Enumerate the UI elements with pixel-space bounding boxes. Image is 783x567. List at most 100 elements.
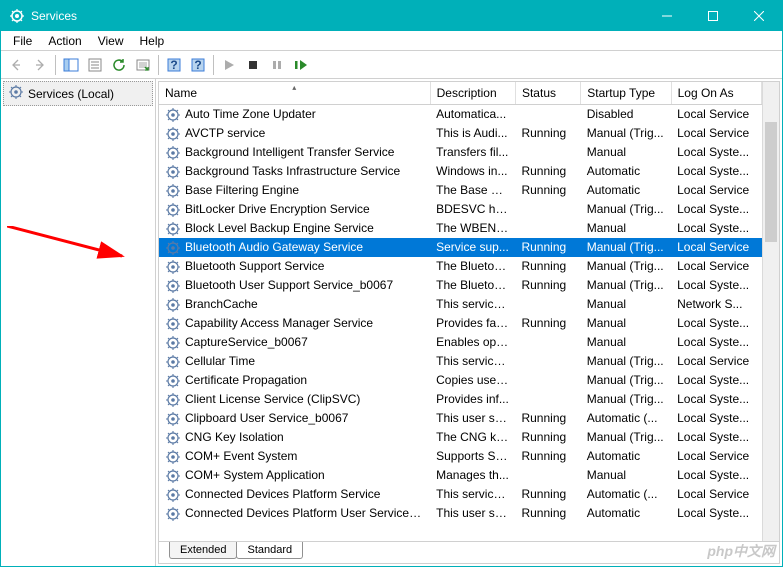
service-row[interactable]: Bluetooth Audio Gateway ServiceService s…: [159, 238, 762, 257]
service-startup: Manual: [581, 314, 671, 333]
forward-button[interactable]: [29, 54, 51, 76]
start-service-button[interactable]: [218, 54, 240, 76]
titlebar[interactable]: Services: [1, 1, 782, 31]
toolbar-separator: [213, 55, 214, 75]
watermark: php中文网: [707, 541, 775, 561]
service-row[interactable]: Capability Access Manager ServiceProvide…: [159, 314, 762, 333]
service-row[interactable]: Background Intelligent Transfer ServiceT…: [159, 143, 762, 162]
service-row[interactable]: Block Level Backup Engine ServiceThe WBE…: [159, 219, 762, 238]
service-description: Enables opti...: [430, 333, 515, 352]
toolbar-separator: [55, 55, 56, 75]
gear-icon: [165, 126, 181, 142]
service-logon: Local Syste...: [671, 504, 761, 523]
list-pane: ▴Name Description Status Startup Type Lo…: [158, 81, 780, 564]
service-row[interactable]: COM+ Event SystemSupports Sy...RunningAu…: [159, 447, 762, 466]
service-name: Connected Devices Platform Service: [185, 487, 380, 501]
restart-service-button[interactable]: [290, 54, 312, 76]
service-startup: Manual: [581, 466, 671, 485]
service-row[interactable]: Auto Time Zone UpdaterAutomatica...Disab…: [159, 105, 762, 125]
pause-service-button[interactable]: [266, 54, 288, 76]
service-startup: Manual: [581, 143, 671, 162]
service-row[interactable]: Certificate PropagationCopies user ...Ma…: [159, 371, 762, 390]
maximize-button[interactable]: [690, 1, 736, 31]
service-startup: Automatic (...: [581, 409, 671, 428]
help-button-2[interactable]: ?: [187, 54, 209, 76]
tab-standard[interactable]: Standard: [236, 542, 303, 559]
column-header-startup[interactable]: Startup Type: [581, 82, 671, 105]
service-startup: Manual (Trig...: [581, 238, 671, 257]
tab-extended[interactable]: Extended: [169, 542, 237, 559]
scrollbar-thumb[interactable]: [765, 122, 777, 242]
service-row[interactable]: Clipboard User Service_b0067This user se…: [159, 409, 762, 428]
close-button[interactable]: [736, 1, 782, 31]
service-name: Base Filtering Engine: [185, 183, 299, 197]
vertical-scrollbar[interactable]: [762, 82, 779, 541]
service-row[interactable]: Cellular TimeThis service ...Manual (Tri…: [159, 352, 762, 371]
column-header-name[interactable]: ▴Name: [159, 82, 430, 105]
service-row[interactable]: BitLocker Drive Encryption ServiceBDESVC…: [159, 200, 762, 219]
gear-icon: [165, 373, 181, 389]
service-row[interactable]: COM+ System ApplicationManages th...Manu…: [159, 466, 762, 485]
service-startup: Manual (Trig...: [581, 124, 671, 143]
service-startup: Automatic: [581, 162, 671, 181]
column-header-status[interactable]: Status: [515, 82, 580, 105]
gear-icon: [165, 487, 181, 503]
service-name: Connected Devices Platform User Service_…: [185, 506, 430, 520]
gear-icon: [165, 449, 181, 465]
service-row[interactable]: CaptureService_b0067Enables opti...Manua…: [159, 333, 762, 352]
service-status: [515, 143, 580, 162]
gear-icon: [165, 335, 181, 351]
refresh-button[interactable]: [108, 54, 130, 76]
service-status: Running: [515, 409, 580, 428]
service-row[interactable]: Bluetooth Support ServiceThe Bluetoo...R…: [159, 257, 762, 276]
menu-help[interactable]: Help: [132, 32, 173, 50]
service-logon: Local Syste...: [671, 276, 761, 295]
service-row[interactable]: Connected Devices Platform User Service_…: [159, 504, 762, 523]
services-app-icon: [9, 8, 25, 24]
service-row[interactable]: Bluetooth User Support Service_b0067The …: [159, 276, 762, 295]
help-button[interactable]: ?: [163, 54, 185, 76]
column-header-logon[interactable]: Log On As: [671, 82, 761, 105]
service-logon: Local Syste...: [671, 371, 761, 390]
gear-icon: [165, 468, 181, 484]
tree-item-services-local[interactable]: Services (Local): [3, 81, 153, 106]
gear-icon: [165, 506, 181, 522]
service-row[interactable]: Connected Devices Platform Service This s…: [159, 485, 762, 504]
tree-pane[interactable]: Services (Local): [1, 79, 156, 566]
services-grid[interactable]: ▴Name Description Status Startup Type Lo…: [159, 82, 762, 541]
menu-file[interactable]: File: [5, 32, 40, 50]
properties-button[interactable]: [84, 54, 106, 76]
service-status: Running: [515, 124, 580, 143]
service-logon: Local Syste...: [671, 200, 761, 219]
service-description: Copies user ...: [430, 371, 515, 390]
service-row[interactable]: CNG Key IsolationThe CNG ke...RunningMan…: [159, 428, 762, 447]
menu-action[interactable]: Action: [40, 32, 89, 50]
service-description: BDESVC hos...: [430, 200, 515, 219]
service-description: This service ...: [430, 295, 515, 314]
service-startup: Manual (Trig...: [581, 390, 671, 409]
menubar: File Action View Help: [1, 31, 782, 51]
service-logon: Local Service: [671, 485, 761, 504]
service-startup: Manual (Trig...: [581, 428, 671, 447]
service-row[interactable]: AVCTP serviceThis is Audi...RunningManua…: [159, 124, 762, 143]
back-button[interactable]: [5, 54, 27, 76]
service-description: The Base Fil...: [430, 181, 515, 200]
service-row[interactable]: BranchCacheThis service ...ManualNetwork…: [159, 295, 762, 314]
service-row[interactable]: Base Filtering EngineThe Base Fil...Runn…: [159, 181, 762, 200]
export-list-button[interactable]: [132, 54, 154, 76]
column-header-description[interactable]: Description: [430, 82, 515, 105]
service-row[interactable]: Client License Service (ClipSVC)Provides…: [159, 390, 762, 409]
service-description: Supports Sy...: [430, 447, 515, 466]
service-row[interactable]: Background Tasks Infrastructure ServiceW…: [159, 162, 762, 181]
gear-icon: [165, 354, 181, 370]
service-logon: Local Service: [671, 105, 761, 125]
service-status: [515, 105, 580, 125]
show-hide-tree-button[interactable]: [60, 54, 82, 76]
menu-view[interactable]: View: [90, 32, 132, 50]
service-name: Block Level Backup Engine Service: [185, 221, 374, 235]
stop-service-button[interactable]: [242, 54, 264, 76]
service-description: This service ...: [430, 485, 515, 504]
service-description: This user ser...: [430, 409, 515, 428]
service-status: [515, 352, 580, 371]
minimize-button[interactable]: [644, 1, 690, 31]
